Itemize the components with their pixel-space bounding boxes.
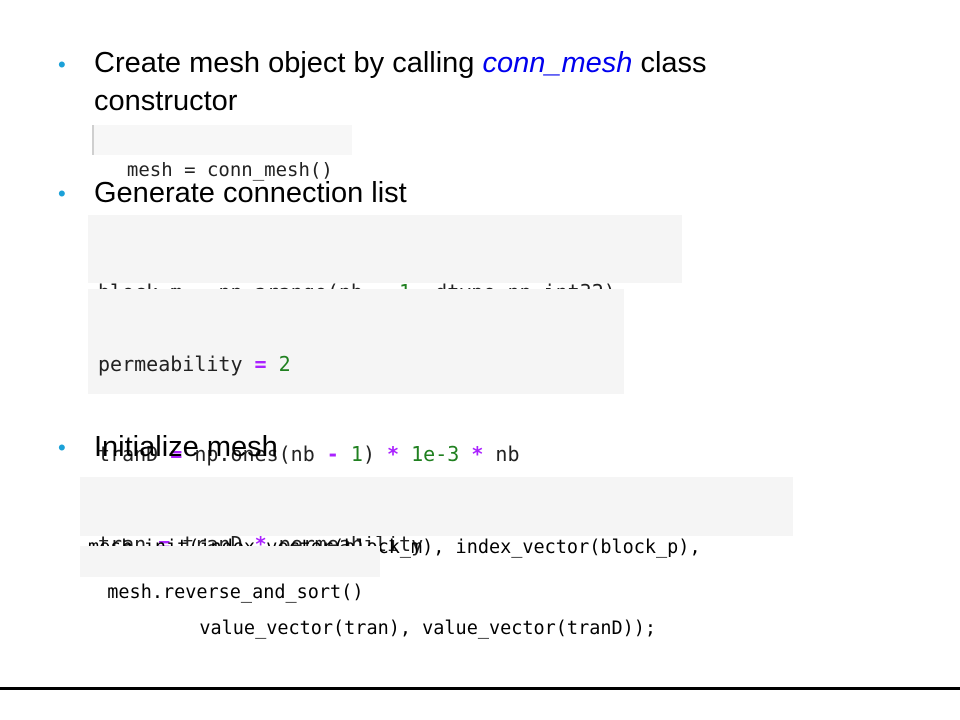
bullet-marker-3: •: [58, 435, 66, 460]
bullet-text-create-mesh: Create mesh object by calling conn_mesh …: [94, 44, 707, 120]
code-block-generate-1: block_m = np.arange(nb - 1, dtype=np.int…: [88, 215, 682, 394]
code-block-reverse: mesh.reverse_and_sort(): [80, 546, 380, 603]
bullet-1-text-before: Create mesh object by calling: [94, 47, 483, 79]
code-block-init: mesh.init(index_vector(block_m), index_v…: [80, 477, 793, 639]
conn-mesh-highlight: conn_mesh: [482, 47, 633, 79]
code-line-permeability: permeability = 2: [98, 352, 291, 376]
bullet-marker-1: •: [58, 52, 66, 77]
code-block-generate-2: permeability = 2 tranD = np.ones(nb - 1)…: [88, 289, 624, 556]
footer-divider: [0, 687, 960, 690]
code-line-reverse: mesh.reverse_and_sort(): [107, 582, 364, 603]
bullet-1-line2: constructor: [94, 85, 238, 117]
bullet-1-text-after: class: [632, 47, 707, 79]
code-line-init-2: value_vector(tran), value_vector(tranD))…: [88, 618, 657, 639]
code-constructor: mesh = conn_mesh(): [92, 125, 352, 181]
bullet-marker-2: •: [58, 181, 66, 206]
bullet-text-initialize: Initialize mesh: [94, 431, 278, 463]
bullet-text-generate: Generate connection list: [94, 177, 407, 209]
